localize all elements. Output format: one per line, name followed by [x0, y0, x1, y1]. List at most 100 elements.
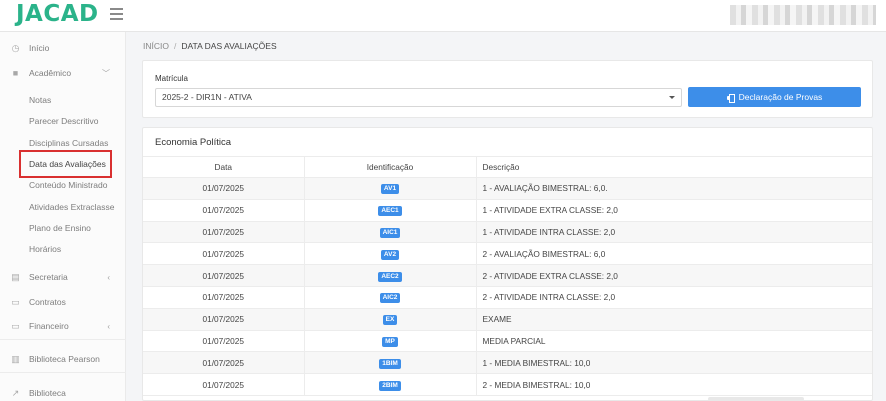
cell-description: 2 - ATIVIDADE INTRA CLASSE: 2,0 [475, 286, 872, 309]
sidebar-item-label: Acadêmico [29, 68, 72, 78]
table-row: 01/07/2025 AIC2 2 - ATIVIDADE INTRA CLAS… [143, 286, 872, 309]
cell-date: 01/07/2025 [143, 242, 304, 266]
sidebar-item-label: Biblioteca Pearson [29, 354, 100, 364]
sidebar-item-biblioteca-pearson[interactable]: ▥ Biblioteca Pearson [0, 349, 126, 369]
clock-icon: ◷ [11, 42, 20, 53]
cell-id: AIC2 [303, 286, 476, 309]
evaluation-badge[interactable]: EX [382, 315, 398, 326]
evaluations-table: Data Identificação Descrição 01/07/2025 … [143, 156, 872, 396]
breadcrumb-separator: / [173, 41, 177, 51]
menu-toggle-icon[interactable] [110, 8, 123, 20]
print-icon [726, 93, 735, 103]
sidebar-item-financeiro[interactable]: ▭ Financeiro ‹ [0, 316, 126, 336]
sidebar-item-contratos[interactable]: ▭ Contratos [0, 292, 126, 312]
enrollment-selected-value: 2025-2 - DIR1N - ATIVA [162, 92, 252, 102]
caret-down-icon [669, 96, 675, 99]
breadcrumb-home[interactable]: INÍCIO [143, 41, 169, 51]
cell-date: 01/07/2025 [143, 177, 304, 200]
sidebar-item-label: Secretaria [29, 272, 68, 282]
table-row: 01/07/2025 AV1 1 - AVALIAÇÃO BIMESTRAL: … [143, 177, 872, 200]
chevron-left-icon: ‹ [107, 321, 110, 331]
breadcrumb-current: DATA DAS AVALIAÇÕES [181, 41, 277, 51]
column-header-date: Data [143, 156, 304, 178]
evaluation-badge[interactable]: AIC1 [379, 227, 401, 238]
evaluation-badge[interactable]: AIC2 [379, 293, 401, 304]
sidebar-sub-parecer[interactable]: Parecer Descritivo [29, 113, 98, 129]
app-logo[interactable]: JACAD [16, 1, 99, 27]
briefcase-icon: ■ [12, 67, 19, 78]
cell-id: 2BIM [303, 373, 476, 396]
evaluation-badge[interactable]: 2BIM [379, 380, 401, 391]
enrollment-select[interactable]: 2025-2 - DIR1N - ATIVA [155, 88, 682, 107]
evaluation-badge[interactable]: AEC2 [378, 271, 402, 282]
breadcrumb: INÍCIO / DATA DAS AVALIAÇÕES [143, 41, 277, 51]
table-row: 01/07/2025 AEC1 1 - ATIVIDADE EXTRA CLAS… [143, 199, 872, 222]
cell-id: AV2 [303, 242, 476, 266]
sidebar-divider [0, 372, 126, 373]
sidebar-item-label: Biblioteca [29, 388, 66, 398]
table-row: 01/07/2025 EX EXAME [143, 308, 872, 331]
table-row: 01/07/2025 2BIM 2 - MEDIA BIMESTRAL: 10,… [143, 373, 872, 396]
column-header-description: Descrição [475, 156, 872, 178]
enrollment-label: Matrícula [155, 74, 188, 83]
cell-description: 2 - MEDIA BIMESTRAL: 10,0 [475, 373, 872, 396]
exam-declaration-button[interactable]: Declaração de Provas [688, 87, 861, 107]
table-row: 01/07/2025 AIC1 1 - ATIVIDADE INTRA CLAS… [143, 221, 872, 244]
table-header-row: Data Identificação Descrição [143, 156, 872, 178]
sidebar-item-label: Financeiro [29, 321, 69, 331]
evaluations-card: Economia Política Data Identificação Des… [142, 127, 873, 401]
sidebar: ◷ Início ■ Acadêmico ﹀ Notas Parecer Des… [0, 32, 126, 401]
sidebar-item-academico[interactable]: ■ Acadêmico ﹀ [0, 63, 126, 83]
cell-id: AEC2 [303, 264, 476, 287]
cell-date: 01/07/2025 [143, 351, 304, 375]
cell-date: 01/07/2025 [143, 373, 304, 396]
cell-id: 1BIM [303, 351, 476, 375]
sidebar-divider [0, 339, 126, 340]
cell-id: EX [303, 308, 476, 331]
sidebar-sub-notas[interactable]: Notas [29, 92, 51, 108]
user-info-blurred[interactable] [730, 5, 876, 25]
cell-date: 01/07/2025 [143, 308, 304, 331]
cell-description: 2 - AVALIAÇÃO BIMESTRAL: 6,0 [475, 242, 872, 266]
course-title: Economia Política [155, 137, 232, 148]
cell-description: 1 - ATIVIDADE INTRA CLASSE: 2,0 [475, 221, 872, 244]
column-header-id: Identificação [303, 156, 476, 178]
table-row: 01/07/2025 AV2 2 - AVALIAÇÃO BIMESTRAL: … [143, 242, 872, 266]
cell-date: 01/07/2025 [143, 221, 304, 244]
chevron-down-icon: ﹀ [102, 68, 110, 78]
external-link-icon: ↗ [11, 387, 20, 398]
cell-id: AEC1 [303, 199, 476, 222]
cell-date: 01/07/2025 [143, 286, 304, 309]
cell-description: 1 - ATIVIDADE EXTRA CLASSE: 2,0 [475, 199, 872, 222]
scroll-indicator[interactable] [708, 397, 804, 401]
active-item-highlight [19, 150, 112, 178]
cell-description: 2 - ATIVIDADE EXTRA CLASSE: 2,0 [475, 264, 872, 287]
sidebar-sub-atividades[interactable]: Atividades Extraclasse [29, 199, 115, 215]
cell-id: AIC1 [303, 221, 476, 244]
evaluation-badge[interactable]: 1BIM [379, 358, 401, 369]
sidebar-sub-disciplinas[interactable]: Disciplinas Cursadas [29, 135, 108, 151]
cell-date: 01/07/2025 [143, 199, 304, 222]
sidebar-sub-horarios[interactable]: Horários [29, 241, 61, 257]
sidebar-item-biblioteca[interactable]: ↗ Biblioteca [0, 383, 126, 401]
evaluation-badge[interactable]: AEC1 [378, 206, 402, 217]
money-icon: ▭ [11, 320, 20, 331]
sidebar-sub-conteudo[interactable]: Conteúdo Ministrado [29, 177, 107, 193]
cell-date: 01/07/2025 [143, 264, 304, 287]
sidebar-item-secretaria[interactable]: ▤ Secretaria ‹ [0, 267, 126, 287]
cell-description: 1 - AVALIAÇÃO BIMESTRAL: 6,0. [475, 177, 872, 200]
id-card-icon: ▭ [11, 296, 20, 307]
sidebar-item-label: Início [29, 43, 50, 53]
cell-description: MEDIA PARCIAL [475, 330, 872, 353]
evaluation-badge[interactable]: AV2 [380, 249, 400, 260]
sidebar-item-inicio[interactable]: ◷ Início [0, 38, 126, 58]
book-icon: ▥ [11, 353, 20, 364]
chevron-left-icon: ‹ [107, 272, 110, 282]
exam-declaration-label: Declaração de Provas [738, 92, 823, 102]
evaluation-badge[interactable]: AV1 [380, 184, 400, 195]
sidebar-sub-plano[interactable]: Plano de Ensino [29, 220, 91, 236]
top-header: JACAD [0, 0, 886, 32]
evaluation-badge[interactable]: MP [382, 336, 398, 347]
file-icon: ▤ [11, 271, 20, 282]
table-row: 01/07/2025 1BIM 1 - MEDIA BIMESTRAL: 10,… [143, 351, 872, 375]
